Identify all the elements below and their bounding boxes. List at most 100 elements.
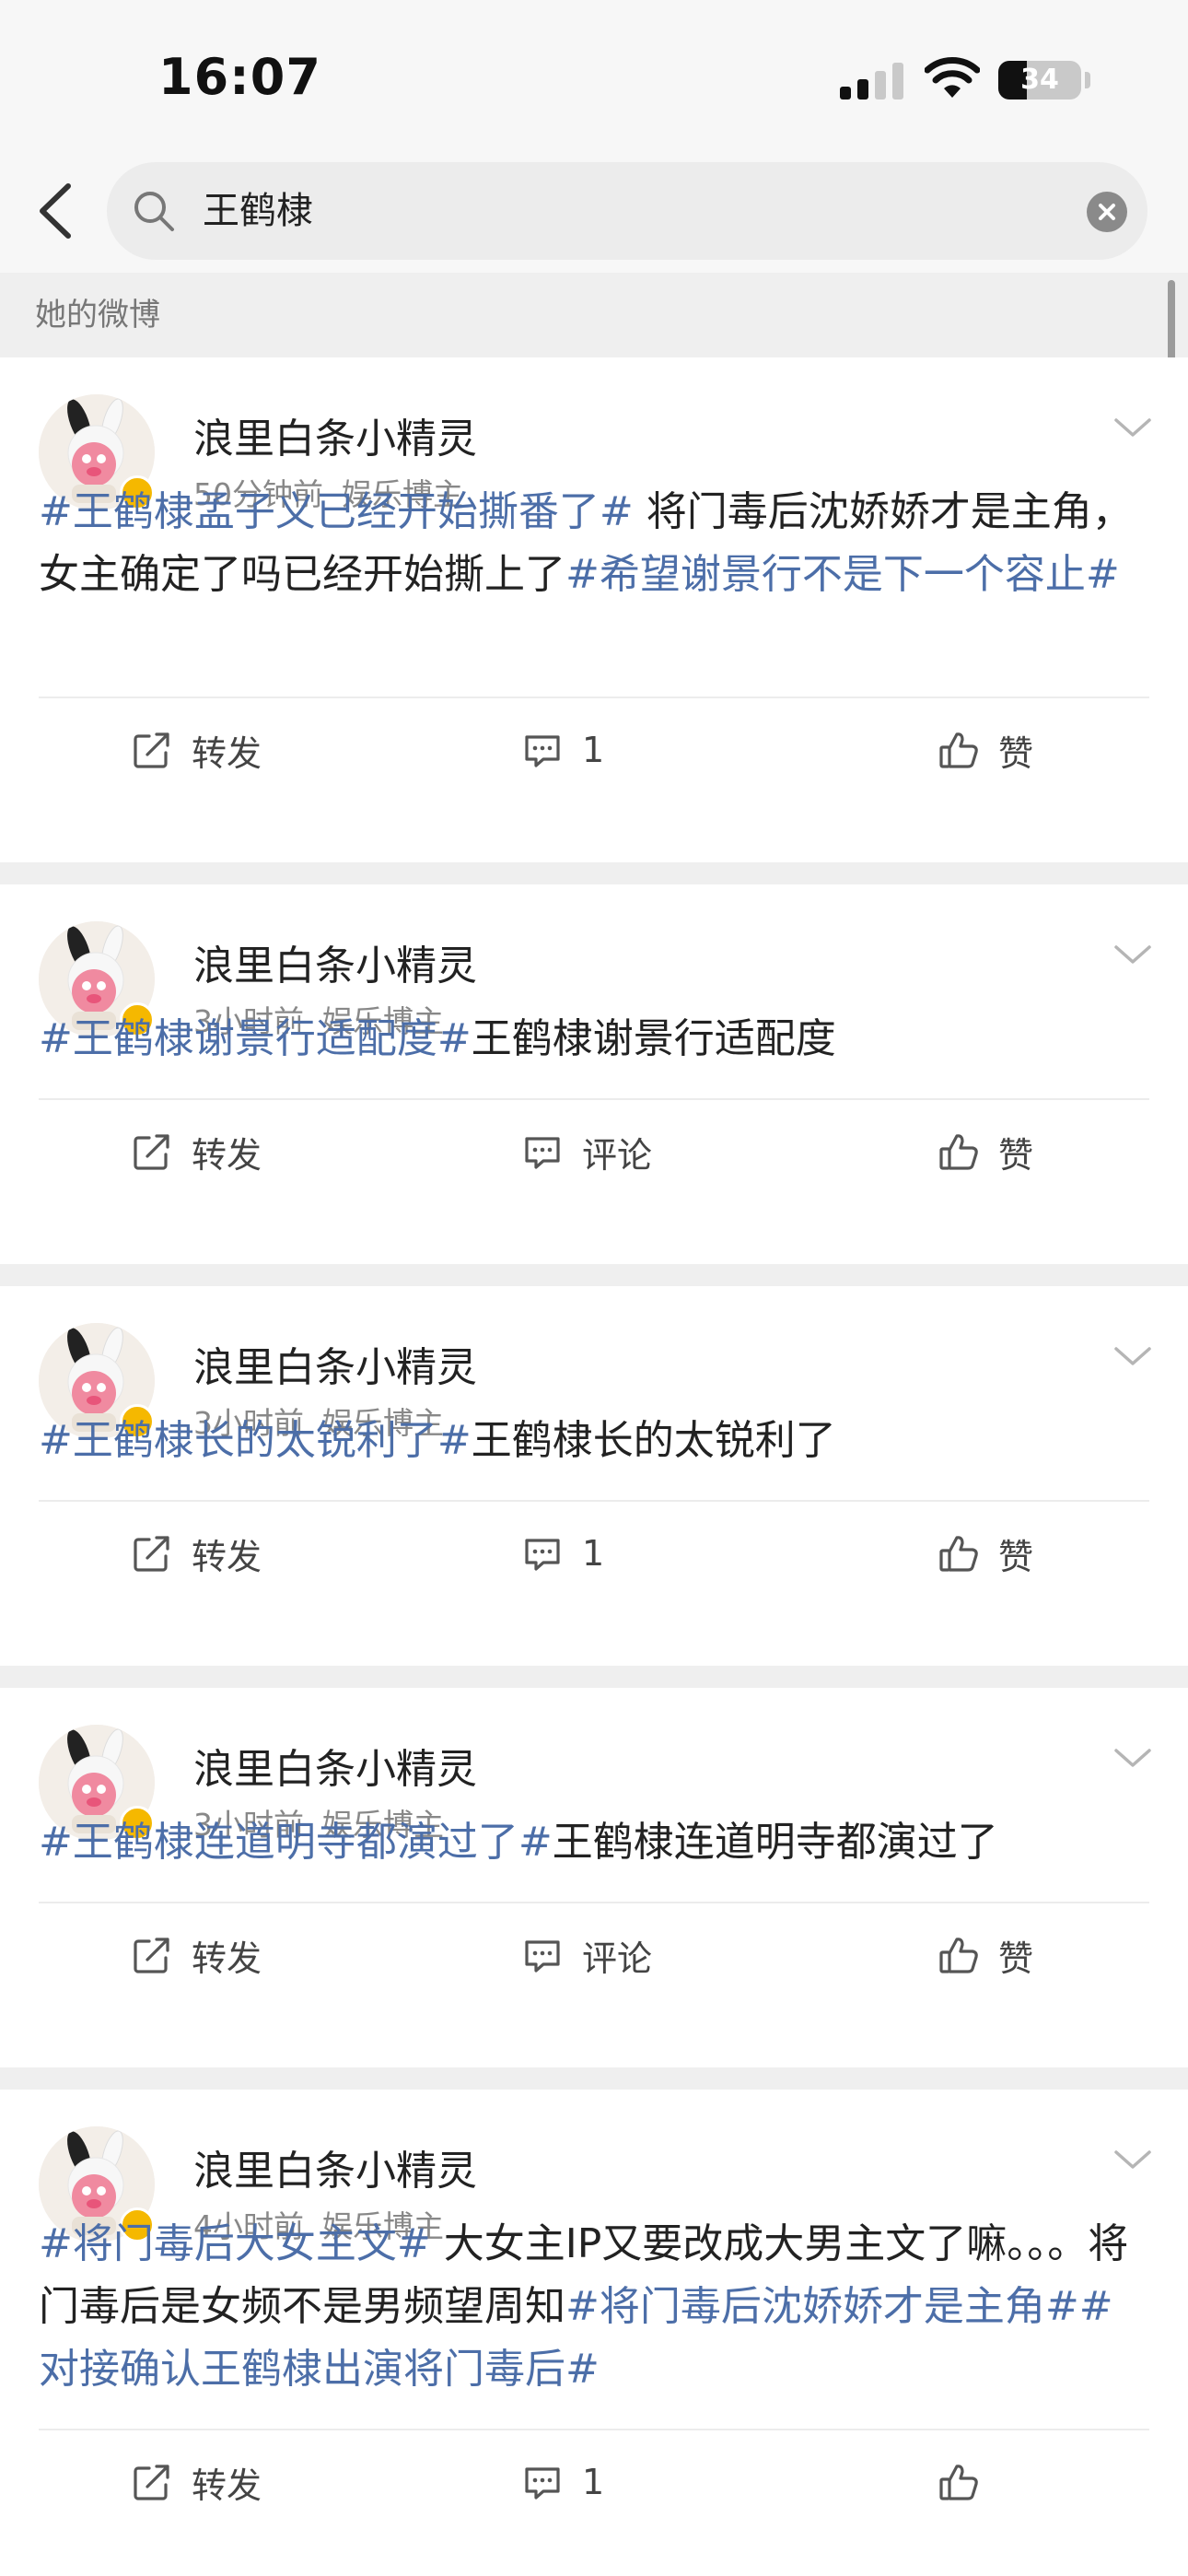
section-title: 她的微博 bbox=[35, 297, 160, 334]
post-card[interactable]: 浪里白条小精灵 3小时前 娱乐博主 #王鹤棣谢景行适配度#王鹤棣谢景行适配度 转发… bbox=[0, 884, 1188, 1264]
more-options-button[interactable] bbox=[1112, 2147, 1153, 2172]
search-header: 王鹤棣 bbox=[0, 147, 1188, 273]
topic-link[interactable]: #王鹤棣连道明寺都演过了# bbox=[39, 1819, 553, 1866]
battery-cap bbox=[1085, 72, 1090, 88]
post-card[interactable]: 浪里白条小精灵 3小时前 娱乐博主 #王鹤棣连道明寺都演过了#王鹤棣连道明寺都演过… bbox=[0, 1688, 1188, 2067]
repost-button[interactable]: 转发 bbox=[131, 2454, 262, 2510]
topic-link[interactable]: #王鹤棣孟子义已经开始撕番了# bbox=[39, 488, 634, 535]
author-name[interactable]: 浪里白条小精灵 bbox=[193, 2137, 477, 2196]
post-content[interactable]: #王鹤棣连道明寺都演过了#王鹤棣连道明寺都演过了 bbox=[39, 1811, 1153, 1874]
post-text: 王鹤棣谢景行适配度 bbox=[471, 1015, 836, 1062]
like-button[interactable]: 赞 bbox=[938, 722, 1033, 778]
repost-label: 转发 bbox=[192, 1938, 262, 1979]
speech-bubble-icon bbox=[525, 2467, 560, 2500]
more-options-button[interactable] bbox=[1112, 1343, 1153, 1369]
post-text: 王鹤棣长的太锐利了 bbox=[471, 1417, 836, 1464]
share-square-icon bbox=[134, 2465, 169, 2500]
comment-label: 评论 bbox=[582, 1938, 653, 1979]
comment-button[interactable]: 1 bbox=[521, 2454, 604, 2510]
speech-bubble-icon bbox=[525, 1137, 560, 1169]
post-content[interactable]: #王鹤棣长的太锐利了#王鹤棣长的太锐利了 bbox=[39, 1410, 1153, 1472]
post-separator bbox=[0, 2067, 1188, 2090]
post-divider bbox=[39, 2429, 1149, 2430]
speech-bubble-icon bbox=[525, 735, 560, 767]
cellular-signal-icon bbox=[840, 63, 903, 100]
topic-link[interactable]: #将门毒后大女主文# bbox=[39, 2220, 431, 2267]
status-time: 16:07 bbox=[158, 48, 321, 106]
post-divider bbox=[39, 1098, 1149, 1100]
like-label: 赞 bbox=[998, 1134, 1034, 1176]
like-button[interactable] bbox=[938, 2454, 998, 2510]
post-separator bbox=[0, 862, 1188, 884]
topic-link[interactable]: #希望谢景行不是下一个容止# bbox=[565, 551, 1120, 598]
thumbs-up-icon bbox=[939, 1938, 978, 1973]
thumbs-up-icon bbox=[939, 2465, 978, 2500]
repost-label: 转发 bbox=[192, 1536, 262, 1577]
post-card[interactable]: 浪里白条小精灵 3小时前 娱乐博主 #王鹤棣长的太锐利了#王鹤棣长的太锐利了 转发… bbox=[0, 1286, 1188, 1666]
post-divider bbox=[39, 697, 1149, 698]
post-divider bbox=[39, 1500, 1149, 1502]
post-separator bbox=[0, 1264, 1188, 1286]
author-name[interactable]: 浪里白条小精灵 bbox=[193, 932, 477, 991]
share-square-icon bbox=[134, 1938, 169, 1973]
battery-icon: 34 bbox=[998, 61, 1081, 100]
search-icon bbox=[134, 192, 174, 231]
thumbs-up-icon bbox=[939, 732, 978, 768]
post-content[interactable]: #将门毒后大女主文# 大女主IP又要改成大男主文了嘛。。。将门毒后是女频不是男频… bbox=[39, 2213, 1153, 2401]
topic-link[interactable]: #王鹤棣长的太锐利了# bbox=[39, 1417, 472, 1464]
chevron-down-icon bbox=[1114, 1749, 1151, 1767]
like-label: 赞 bbox=[998, 1938, 1034, 1979]
share-square-icon bbox=[134, 1536, 169, 1572]
share-square-icon bbox=[134, 1134, 169, 1170]
repost-label: 转发 bbox=[192, 1134, 262, 1176]
repost-button[interactable]: 转发 bbox=[131, 1526, 262, 1581]
like-button[interactable]: 赞 bbox=[938, 1927, 1033, 1983]
thumbs-up-icon bbox=[939, 1134, 978, 1170]
comment-button[interactable]: 评论 bbox=[521, 1124, 652, 1179]
status-bar: 16:07 34 bbox=[0, 0, 1188, 147]
chevron-down-icon bbox=[1114, 418, 1151, 437]
comment-button[interactable]: 1 bbox=[521, 722, 604, 778]
repost-label: 转发 bbox=[192, 2465, 262, 2506]
comment-button[interactable]: 1 bbox=[521, 1526, 604, 1581]
more-options-button[interactable] bbox=[1112, 942, 1153, 967]
comment-button[interactable]: 评论 bbox=[521, 1927, 652, 1983]
author-name[interactable]: 浪里白条小精灵 bbox=[193, 1334, 477, 1393]
like-label: 赞 bbox=[998, 1536, 1034, 1577]
author-name[interactable]: 浪里白条小精灵 bbox=[193, 405, 477, 464]
wifi-icon bbox=[925, 57, 980, 98]
comment-label: 1 bbox=[582, 1533, 605, 1574]
speech-bubble-icon bbox=[525, 1539, 560, 1571]
search-query[interactable]: 王鹤棣 bbox=[203, 162, 313, 260]
post-content[interactable]: #王鹤棣谢景行适配度#王鹤棣谢景行适配度 bbox=[39, 1008, 1153, 1071]
like-button[interactable]: 赞 bbox=[938, 1124, 1033, 1179]
more-options-button[interactable] bbox=[1112, 1745, 1153, 1771]
close-icon[interactable] bbox=[1087, 192, 1127, 232]
repost-label: 转发 bbox=[192, 732, 262, 774]
speech-bubble-icon bbox=[525, 1940, 560, 1973]
like-label: 赞 bbox=[998, 732, 1034, 774]
chevron-down-icon bbox=[1114, 945, 1151, 964]
chevron-down-icon bbox=[1114, 2150, 1151, 2169]
chevron-left-icon[interactable] bbox=[31, 181, 83, 241]
comment-label: 评论 bbox=[582, 1134, 653, 1176]
search-input[interactable]: 王鹤棣 bbox=[107, 162, 1147, 260]
more-options-button[interactable] bbox=[1112, 415, 1153, 440]
author-name[interactable]: 浪里白条小精灵 bbox=[193, 1736, 477, 1795]
section-header: 她的微博 bbox=[0, 273, 1188, 357]
share-square-icon bbox=[134, 732, 169, 768]
topic-link[interactable]: #王鹤棣谢景行适配度# bbox=[39, 1015, 472, 1062]
repost-button[interactable]: 转发 bbox=[131, 1124, 262, 1179]
thumbs-up-icon bbox=[939, 1536, 978, 1572]
post-content[interactable]: #王鹤棣孟子义已经开始撕番了# 将门毒后沈娇娇才是主角，女主确定了吗已经开始撕上… bbox=[39, 481, 1153, 606]
post-card[interactable]: 浪里白条小精灵 50分钟前 娱乐博主 #王鹤棣孟子义已经开始撕番了# 将门毒后沈娇… bbox=[0, 357, 1188, 862]
like-button[interactable]: 赞 bbox=[938, 1526, 1033, 1581]
repost-button[interactable]: 转发 bbox=[131, 722, 262, 778]
post-text: 王鹤棣连道明寺都演过了 bbox=[552, 1819, 998, 1866]
chevron-down-icon bbox=[1114, 1347, 1151, 1365]
repost-button[interactable]: 转发 bbox=[131, 1927, 262, 1983]
topic-link[interactable]: #将门毒后沈娇娇才是主角# bbox=[565, 2283, 1079, 2330]
comment-label: 1 bbox=[582, 2462, 605, 2502]
post-card[interactable]: 浪里白条小精灵 4小时前 娱乐博主 #将门毒后大女主文# 大女主IP又要改成大男主… bbox=[0, 2090, 1188, 2576]
battery-level: 34 bbox=[1020, 64, 1059, 96]
